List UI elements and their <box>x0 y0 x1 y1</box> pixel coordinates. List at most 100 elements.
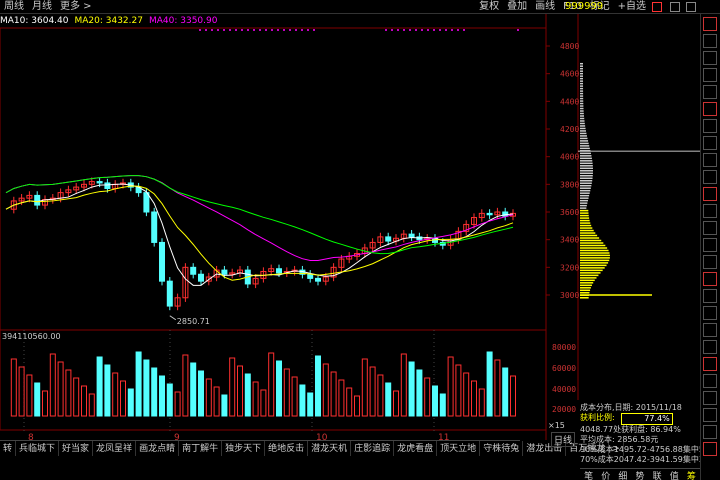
sidebar-tool-icon[interactable] <box>703 51 717 65</box>
sidebar-tool-icon[interactable] <box>703 272 717 286</box>
overlay-button[interactable]: 叠加 <box>503 0 531 14</box>
sidebar-tool-icon[interactable] <box>703 34 717 48</box>
signal-dot <box>385 29 387 31</box>
draw-line-button[interactable]: 画线 <box>531 0 559 14</box>
indicator-tab[interactable]: 龙虎看盘 <box>394 441 438 456</box>
volume-bar <box>322 363 329 417</box>
indicator-tab[interactable]: 守株待兔 <box>480 441 524 456</box>
candle-body <box>205 276 212 282</box>
indicator-tab[interactable]: 兵临城下 <box>16 441 60 456</box>
sidebar-tool-icon[interactable] <box>703 221 717 235</box>
volume-bar <box>174 391 181 417</box>
volume-bar <box>57 361 64 417</box>
sidebar-tool-icon[interactable] <box>703 238 717 252</box>
sidebar-tool-icon[interactable] <box>703 17 717 31</box>
restore-icon[interactable] <box>652 2 662 12</box>
sidebar-tool-icon[interactable] <box>703 289 717 303</box>
minimize-icon[interactable] <box>670 2 680 12</box>
volume-bar <box>252 381 259 417</box>
ma40-line <box>5 175 514 261</box>
candle-body <box>127 182 134 188</box>
volume-bar <box>291 376 298 417</box>
candle-body <box>299 269 306 275</box>
indicator-tab[interactable]: 南丁解牛 <box>179 441 223 456</box>
candle-body <box>393 237 399 242</box>
signal-dot <box>211 29 213 31</box>
candle-body <box>88 181 95 185</box>
sidebar-tool-icon[interactable] <box>703 204 717 218</box>
indicator-tab[interactable]: 庄影追踪 <box>351 441 395 456</box>
signal-dot <box>451 29 453 31</box>
bottom-tab[interactable]: 联 <box>653 469 662 480</box>
sidebar-tool-icon[interactable] <box>703 340 717 354</box>
candle-body <box>408 233 415 238</box>
volume-bar <box>283 368 290 417</box>
candle-body <box>120 182 126 185</box>
volume-bar <box>112 372 119 417</box>
candle-body <box>221 269 228 275</box>
sidebar-tool-icon[interactable] <box>703 391 717 405</box>
sidebar-tool-icon[interactable] <box>703 68 717 82</box>
indicator-tab[interactable]: 画龙点睛 <box>136 441 180 456</box>
bottom-tab[interactable]: 势 <box>635 469 644 480</box>
fuquan-button[interactable]: 复权 <box>475 0 503 14</box>
volume-bar <box>299 384 306 417</box>
signal-dot <box>403 29 405 31</box>
bottom-tab[interactable]: 筹 <box>687 469 696 480</box>
ma40-label: MA40: 3350.90 <box>148 16 218 26</box>
sidebar-tool-icon[interactable] <box>703 357 717 371</box>
volume-tick-label: 20000 <box>552 405 576 414</box>
signal-dot <box>391 29 393 31</box>
volume-bar <box>65 369 72 417</box>
sidebar-tool-icon[interactable] <box>703 425 717 439</box>
week-line-button[interactable]: 周线 <box>0 0 28 14</box>
indicator-tab[interactable]: 龙凤呈祥 <box>93 441 137 456</box>
bottom-tab[interactable]: 值 <box>670 469 679 480</box>
indicator-tab[interactable]: 独步天下 <box>222 441 266 456</box>
indicator-tab[interactable]: 转 <box>0 441 17 456</box>
volume-bar <box>463 372 470 417</box>
volume-bar <box>393 390 399 417</box>
sidebar-tool-icon[interactable] <box>703 442 717 456</box>
candle-body <box>338 258 345 268</box>
indicator-tab[interactable]: 顶天立地 <box>437 441 481 456</box>
sidebar-tool-icon[interactable] <box>703 85 717 99</box>
signal-dot <box>265 29 267 31</box>
indicator-tab[interactable]: 绝地反击 <box>265 441 309 456</box>
candle-body <box>18 197 25 202</box>
indicator-tab[interactable]: 好当家 <box>59 441 94 456</box>
ma10-line <box>5 183 514 286</box>
sidebar-tool-icon[interactable] <box>703 306 717 320</box>
sidebar-tool-icon[interactable] <box>703 323 717 337</box>
volume-bar <box>276 360 282 417</box>
volume-bar <box>49 353 56 417</box>
close-icon[interactable] <box>686 2 696 12</box>
sidebar-tool-icon[interactable] <box>703 255 717 269</box>
signal-dot <box>223 29 225 31</box>
sidebar-tool-icon[interactable] <box>703 187 717 201</box>
bottom-tab[interactable]: 笔 <box>584 469 593 480</box>
sidebar-tool-icon[interactable] <box>703 170 717 184</box>
sidebar-tool-icon[interactable] <box>703 102 717 116</box>
add-favorite-button[interactable]: +自选 <box>614 0 650 14</box>
candle-body <box>42 199 48 206</box>
sidebar-tool-icon[interactable] <box>703 153 717 167</box>
bottom-tab[interactable]: 细 <box>618 469 627 480</box>
volume-bar <box>88 393 95 417</box>
sidebar-tool-icon[interactable] <box>703 119 717 133</box>
candle-body <box>182 266 189 299</box>
signal-dot <box>313 29 315 31</box>
bottom-tab[interactable]: 价 <box>601 469 610 480</box>
indicator-tab[interactable]: 潜龙天机 <box>308 441 352 456</box>
volume-bar <box>135 351 142 417</box>
sidebar-tool-icon[interactable] <box>703 374 717 388</box>
sidebar-tool-icon[interactable] <box>703 136 717 150</box>
month-line-button[interactable]: 月线 <box>28 0 56 14</box>
candle-body <box>432 237 438 243</box>
volume-bar <box>369 366 376 417</box>
more-button[interactable]: 更多 > <box>56 0 96 14</box>
sidebar-tool-icon[interactable] <box>703 408 717 422</box>
low-price-label: 2850.71 <box>177 317 210 326</box>
day-line-tab[interactable]: 日线 <box>551 432 576 447</box>
price-tick-label: 4200 <box>560 125 579 134</box>
